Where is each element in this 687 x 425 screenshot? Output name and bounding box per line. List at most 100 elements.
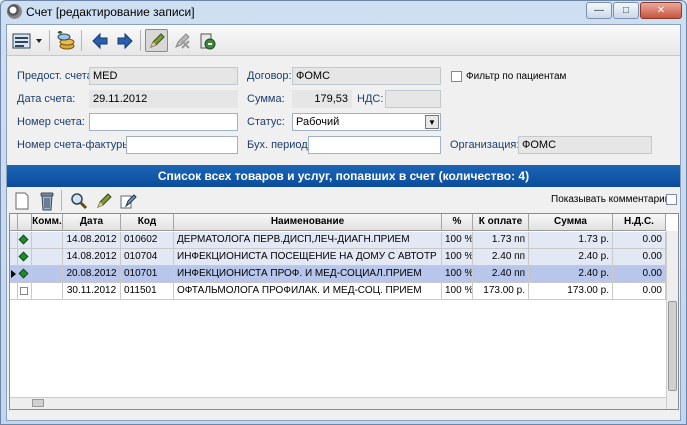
show-comments-label: Показывать комментарии: [551, 194, 671, 205]
minimize-icon: —: [594, 5, 604, 16]
coins-icon: [56, 30, 74, 49]
cell-marker: [18, 249, 32, 265]
vat-label: НДС:: [357, 93, 384, 105]
cancel-edit-button[interactable]: [170, 29, 193, 52]
forward-button[interactable]: [113, 29, 136, 52]
org-label: Организация:: [450, 139, 520, 151]
app-icon: [7, 4, 22, 19]
close-record-button[interactable]: [195, 29, 218, 52]
view-menu-button[interactable]: [11, 29, 45, 52]
maximize-button[interactable]: □: [613, 2, 639, 19]
cell-pct: 100 %: [442, 266, 473, 282]
edit-button[interactable]: [145, 29, 168, 52]
cell-code: 011501: [121, 283, 174, 299]
date-label: Дата счета:: [17, 93, 76, 105]
table-row[interactable]: 14.08.2012 010602 ДЕРМАТОЛОГА ПЕРВ.ДИСП,ЛЕ…: [10, 232, 666, 249]
cell-pct: 100 %: [442, 249, 473, 265]
cell-vat: 0.00: [613, 249, 666, 265]
cell-comment: [32, 283, 63, 299]
vertical-scrollbar[interactable]: [666, 231, 678, 409]
col-percent[interactable]: %: [442, 214, 473, 230]
cell-topay: 2.40 пп: [473, 249, 529, 265]
maximize-icon: □: [622, 5, 630, 16]
view-menu-icon: [12, 33, 42, 48]
cell-comment: [32, 249, 63, 265]
scroll-thumb[interactable]: [668, 301, 677, 391]
date-field[interactable]: 29.11.2012: [89, 90, 238, 108]
close-button[interactable]: ✕: [640, 2, 682, 19]
coins-button[interactable]: [54, 29, 77, 52]
cell-indicator: [10, 249, 18, 265]
col-indicator: [10, 214, 18, 230]
provider-label: Предост. счета:: [17, 70, 96, 82]
col-date[interactable]: Дата: [63, 214, 121, 230]
sum-field[interactable]: 179,53: [292, 90, 352, 108]
new-document-icon: [15, 192, 28, 209]
col-comment[interactable]: Комм.: [32, 214, 63, 230]
cell-name: ИНФЕКЦИОНИСТА ПРОФ. И МЕД-СОЦИАЛ.ПРИЕМ: [174, 266, 442, 282]
edit-item-button[interactable]: [92, 189, 115, 212]
horizontal-scrollbar[interactable]: [10, 397, 666, 409]
cell-marker: [18, 266, 32, 282]
cell-code: 010701: [121, 266, 174, 282]
cell-vat: 0.00: [613, 283, 666, 299]
trash-icon: [40, 192, 53, 210]
arrow-right-icon: [117, 32, 133, 49]
copy-item-button[interactable]: [116, 189, 139, 212]
col-name[interactable]: Наименование: [174, 214, 442, 230]
contract-field[interactable]: ФОМС: [292, 67, 441, 85]
provider-field[interactable]: MED: [89, 67, 238, 85]
table-row[interactable]: 30.11.2012 011501 ОФТАЛЬМОЛОГА ПРОФИЛАК. И…: [10, 283, 666, 300]
cell-comment: [32, 266, 63, 282]
title-bar: Счет [редактирование записи] — □ ✕: [1, 1, 686, 23]
cell-topay: 173.00 р.: [473, 283, 529, 299]
sum-label: Сумма:: [247, 93, 285, 105]
cell-topay: 2.40 пп: [473, 266, 529, 282]
cell-name: ДЕРМАТОЛОГА ПЕРВ.ДИСП,ЛЕЧ-ДИАГН.ПРИЕМ: [174, 232, 442, 248]
patient-filter-checkbox[interactable]: [451, 71, 462, 82]
cell-name: ИНФЕКЦИОНИСТА ПОСЕЩЕНИЕ НА ДОМУ С АВТОТР: [174, 249, 442, 265]
cell-sum: 2.40 р.: [529, 249, 613, 265]
cell-date: 20.08.2012: [63, 266, 121, 282]
cell-date: 30.11.2012: [63, 283, 121, 299]
status-select[interactable]: Рабочий ▼: [292, 113, 441, 131]
list-toolbar: Показывать комментарии: [7, 187, 680, 213]
contract-label: Договор:: [247, 70, 292, 82]
vat-field[interactable]: [385, 90, 441, 108]
cell-sum: 173.00 р.: [529, 283, 613, 299]
cell-name: ОФТАЛЬМОЛОГА ПРОФИЛАК. И МЕД-СОЦ. ПРИЕМ: [174, 283, 442, 299]
arrow-left-icon: [91, 32, 107, 49]
col-vat[interactable]: Н.Д.С.: [613, 214, 666, 230]
cell-marker: [18, 283, 32, 299]
cell-date: 14.08.2012: [63, 232, 121, 248]
table-row[interactable]: 14.08.2012 010704 ИНФЕКЦИОНИСТА ПОСЕЩЕНИЕ …: [10, 249, 666, 266]
number-field[interactable]: [89, 113, 238, 131]
chevron-down-icon[interactable]: ▼: [425, 115, 439, 129]
show-comments-checkbox[interactable]: [666, 194, 677, 205]
col-sum[interactable]: Сумма: [529, 214, 613, 230]
main-window: Счет [редактирование записи] — □ ✕ Предо…: [0, 0, 687, 425]
cell-marker: [18, 232, 32, 248]
org-field[interactable]: ФОМС: [518, 136, 652, 154]
cell-code: 010704: [121, 249, 174, 265]
search-icon: [70, 192, 87, 209]
hscroll-thumb[interactable]: [32, 399, 44, 407]
period-field[interactable]: [308, 136, 441, 154]
cell-indicator: [10, 266, 18, 282]
client-area: Предост. счета: MED Договор: ФОМС Фильтр…: [6, 24, 681, 421]
new-item-button[interactable]: [10, 189, 33, 212]
status-diamond-icon: [18, 268, 29, 279]
back-button[interactable]: [88, 29, 111, 52]
invoice-number-field[interactable]: [126, 136, 238, 154]
window-title: Счет [редактирование записи]: [26, 5, 195, 19]
search-button[interactable]: [67, 189, 90, 212]
status-label: Статус:: [247, 116, 285, 128]
status-diamond-icon: [18, 234, 29, 245]
list-banner: Список всех товаров и услуг, попавших в …: [7, 165, 680, 187]
col-to-pay[interactable]: К оплате: [473, 214, 529, 230]
delete-item-button[interactable]: [35, 189, 58, 212]
minimize-button[interactable]: —: [586, 2, 612, 19]
main-toolbar: [7, 25, 680, 56]
col-code[interactable]: Код: [121, 214, 174, 230]
table-row[interactable]: 20.08.2012 010701 ИНФЕКЦИОНИСТА ПРОФ. И МЕ…: [10, 266, 666, 283]
